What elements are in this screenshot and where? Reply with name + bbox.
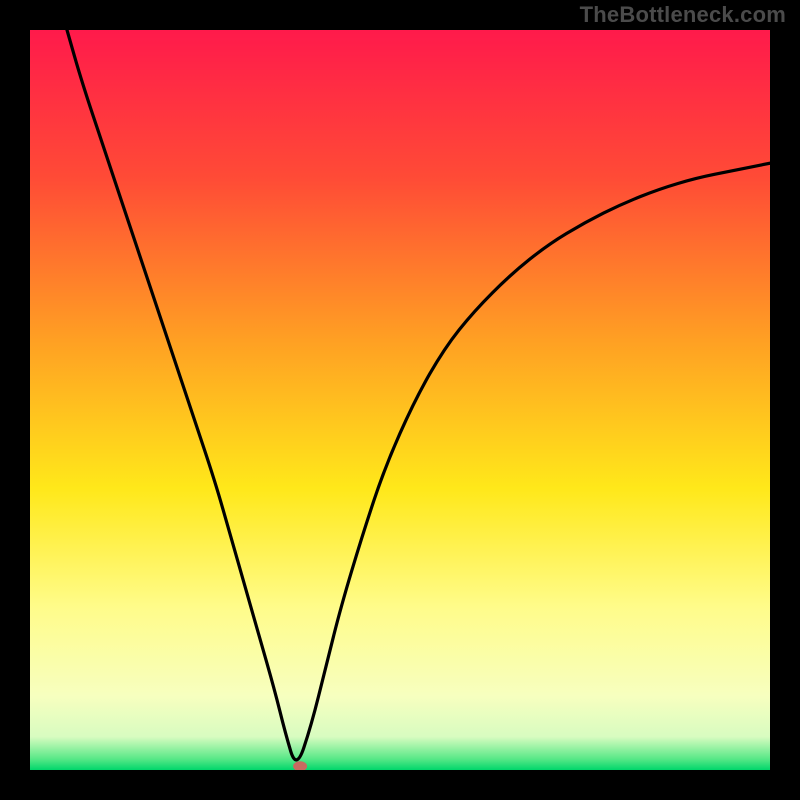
plot-area: [30, 30, 770, 770]
gradient-background: [30, 30, 770, 770]
watermark-text: TheBottleneck.com: [580, 2, 786, 28]
chart-svg: [30, 30, 770, 770]
chart-frame: TheBottleneck.com: [0, 0, 800, 800]
